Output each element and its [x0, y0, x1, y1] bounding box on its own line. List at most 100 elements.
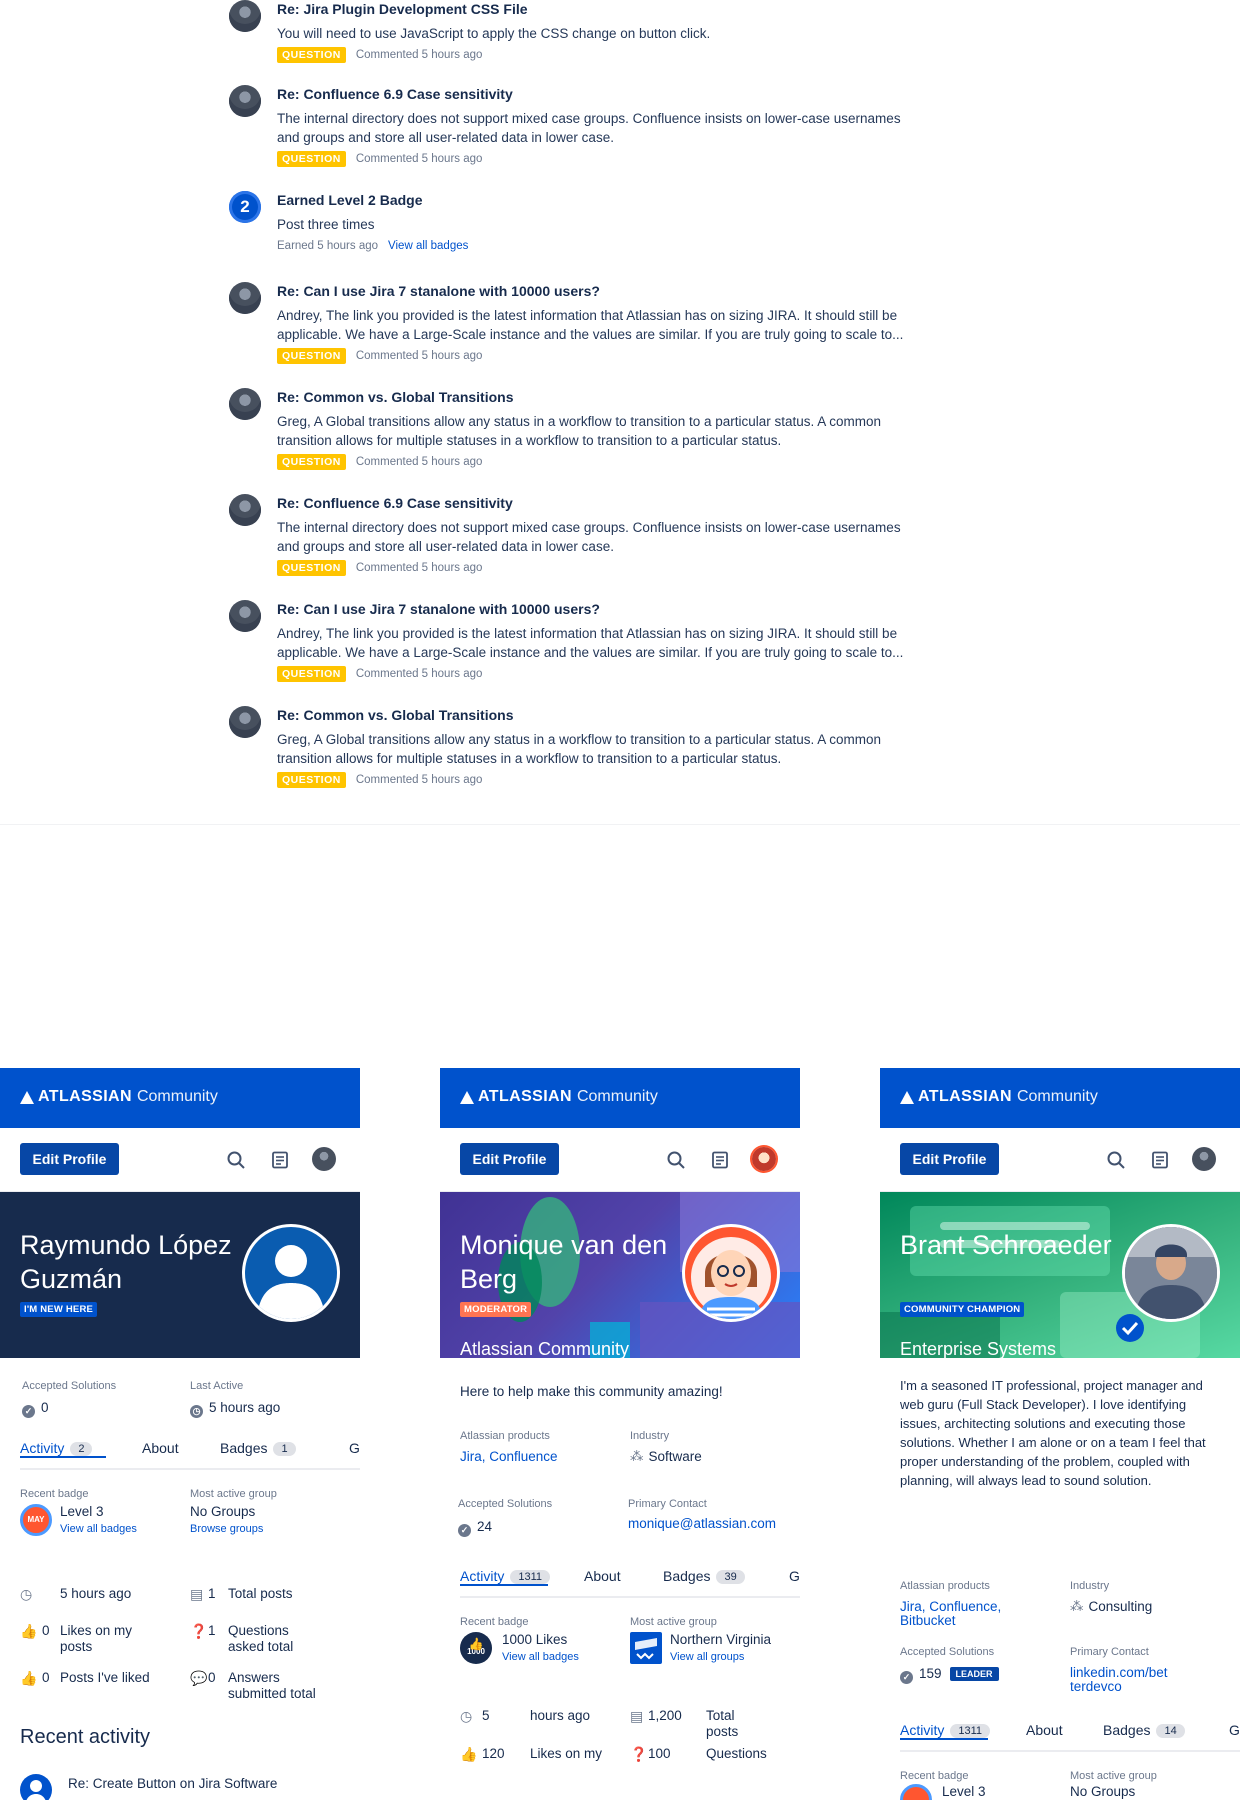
atlassian-community-logo[interactable]: ATLASSIAN Community	[900, 1088, 1098, 1106]
user-avatar[interactable]	[229, 388, 261, 420]
question-icon: ❓	[190, 1623, 208, 1639]
products-value[interactable]: Jira, Confluence	[460, 1450, 558, 1464]
tab-about[interactable]: About	[142, 1440, 179, 1456]
user-avatar[interactable]	[229, 0, 261, 32]
user-avatar[interactable]	[229, 706, 261, 738]
profile-name: Raymundo López Guzmán	[20, 1230, 232, 1294]
feed-item-timestamp: Commented 5 hours ago	[355, 668, 483, 680]
user-avatar[interactable]	[1192, 1147, 1216, 1171]
feed-item-title[interactable]: Re: Common vs. Global Transitions	[277, 389, 513, 405]
logo-wordmark: ATLASSIAN	[478, 1088, 572, 1105]
profile-tabs: Activity 1311 About Badges 39 G	[460, 1568, 800, 1598]
view-all-badges-link[interactable]: View all badges	[502, 1651, 579, 1663]
edit-profile-button[interactable]: Edit Profile	[460, 1143, 559, 1175]
most-active-group-label: Most active group	[190, 1488, 277, 1500]
feed-item-body: The internal directory does not support …	[277, 111, 901, 145]
tab-about[interactable]: About	[584, 1568, 621, 1584]
question-badge: QUESTION	[277, 772, 346, 788]
tab-activity[interactable]: Activity 1311	[460, 1568, 550, 1586]
search-icon[interactable]	[226, 1150, 246, 1170]
user-avatar[interactable]	[229, 282, 261, 314]
tab-activity[interactable]: Activity 1311	[900, 1722, 990, 1740]
last-active-text: 5 hours ago	[209, 1400, 281, 1415]
notes-icon[interactable]	[1150, 1150, 1170, 1170]
browse-groups-link[interactable]: Browse groups	[190, 1523, 263, 1535]
feed-item-meta: QUESTION Commented 5 hours ago	[277, 151, 482, 167]
tab-activity[interactable]: Activity 2	[20, 1440, 106, 1458]
tab-badges[interactable]: Badges 1	[220, 1440, 296, 1456]
edit-profile-button[interactable]: Edit Profile	[900, 1143, 999, 1175]
avatar-photo	[1125, 1227, 1217, 1319]
view-all-groups-link[interactable]: View all groups	[670, 1651, 744, 1663]
stat-answers-label: Answers submitted total	[228, 1670, 316, 1701]
tab-count: 1	[273, 1442, 296, 1456]
feed-item-title[interactable]: Re: Can I use Jira 7 stanalone with 1000…	[277, 601, 600, 617]
feed-item-title[interactable]: Re: Jira Plugin Development CSS File	[277, 1, 528, 17]
notes-icon[interactable]	[710, 1150, 730, 1170]
feed-item-meta: Earned 5 hours ago View all badges	[277, 238, 468, 254]
profile-avatar	[242, 1224, 340, 1322]
active-tab-underline	[900, 1738, 988, 1740]
most-active-group-value: Northern Virginia	[670, 1632, 772, 1647]
thumbs-up-icon: 👍	[468, 1637, 484, 1651]
atlassian-community-logo[interactable]: ATLASSIAN Community	[20, 1088, 218, 1106]
feed-item: 2 Earned Level 2 Badge Post three times Ear…	[229, 191, 929, 291]
atlassian-logo-icon	[20, 1090, 34, 1104]
last-active-label: Last Active	[190, 1380, 244, 1392]
stat-likes-num: 120	[482, 1746, 505, 1761]
profile-tabs: Activity 2 About Badges 1 G	[20, 1440, 360, 1470]
products-value[interactable]: Jira, Confluence, Bitbucket	[900, 1600, 1040, 1628]
stat-answers-num: 0	[208, 1670, 216, 1685]
user-avatar[interactable]	[312, 1147, 336, 1171]
feed-item-body: Greg, A Global transitions allow any sta…	[277, 732, 882, 766]
view-all-badges-link[interactable]: View all badges	[388, 240, 468, 252]
tab-badges[interactable]: Badges 14	[1103, 1722, 1185, 1738]
search-icon[interactable]	[666, 1150, 686, 1170]
atlassian-logo-icon	[460, 1090, 474, 1104]
feed-item-body: You will need to use JavaScript to apply…	[277, 26, 711, 41]
stat-questions-num: 100	[648, 1746, 671, 1761]
tab-groups[interactable]: G	[789, 1568, 800, 1584]
user-avatar[interactable]	[229, 85, 261, 117]
feed-item-timestamp: Commented 5 hours ago	[355, 562, 483, 574]
tab-label: Activity	[460, 1568, 505, 1584]
edit-profile-button[interactable]: Edit Profile	[20, 1143, 119, 1175]
notes-icon[interactable]	[270, 1150, 290, 1170]
tab-about[interactable]: About	[1026, 1722, 1063, 1738]
view-all-badges-link[interactable]: View all badges	[60, 1523, 137, 1535]
feed-item-title[interactable]: Re: Can I use Jira 7 stanalone with 1000…	[277, 283, 600, 299]
primary-contact-link[interactable]: monique@atlassian.com	[628, 1517, 778, 1531]
accepted-solutions-label: Accepted Solutions	[900, 1646, 995, 1658]
tab-count: 1311	[510, 1570, 550, 1584]
search-icon[interactable]	[1106, 1150, 1126, 1170]
feed-item-title[interactable]: Re: Common vs. Global Transitions	[277, 707, 513, 723]
community-header: ATLASSIAN Community	[440, 1068, 800, 1128]
recent-badge-label: Recent badge	[900, 1770, 969, 1782]
tab-groups[interactable]: G	[349, 1440, 360, 1456]
user-avatar[interactable]	[752, 1147, 776, 1171]
tab-groups[interactable]: G	[1229, 1722, 1240, 1738]
feed-item-meta: QUESTION Commented 5 hours ago	[277, 772, 482, 788]
active-tab-underline	[460, 1584, 548, 1586]
user-avatar[interactable]	[229, 494, 261, 526]
profile-toolbar: Edit Profile	[0, 1128, 360, 1192]
industry-value: ⁂ Software	[630, 1449, 702, 1465]
tab-badges[interactable]: Badges 39	[663, 1568, 745, 1584]
rank-tag: I'M NEW HERE	[20, 1302, 98, 1317]
stat-last-active-num: 5	[482, 1708, 490, 1723]
primary-contact-link[interactable]: linkedin.com/betterdevco	[1070, 1666, 1170, 1694]
recent-badge-value: Level 3	[942, 1784, 986, 1799]
feed-item: Re: Can I use Jira 7 stanalone with 1000…	[229, 282, 929, 382]
rank-tag: MODERATOR	[460, 1302, 532, 1317]
accepted-solutions-value: ✓ 0	[22, 1400, 49, 1418]
feed-item-title[interactable]: Re: Confluence 6.9 Case sensitivity	[277, 86, 513, 102]
question-badge: QUESTION	[277, 560, 346, 576]
feed-item-title[interactable]: Earned Level 2 Badge	[277, 192, 423, 208]
level-badge-icon	[900, 1784, 932, 1800]
atlassian-community-logo[interactable]: ATLASSIAN Community	[460, 1088, 658, 1106]
user-avatar[interactable]	[229, 600, 261, 632]
recent-activity-item[interactable]: Re: Create Button on Jira Software	[68, 1776, 277, 1791]
stat-liked-label: Posts I've liked	[60, 1670, 150, 1685]
feed-item-title[interactable]: Re: Confluence 6.9 Case sensitivity	[277, 495, 513, 511]
profile-bio: I'm a seasoned IT professional, project …	[900, 1378, 1206, 1488]
